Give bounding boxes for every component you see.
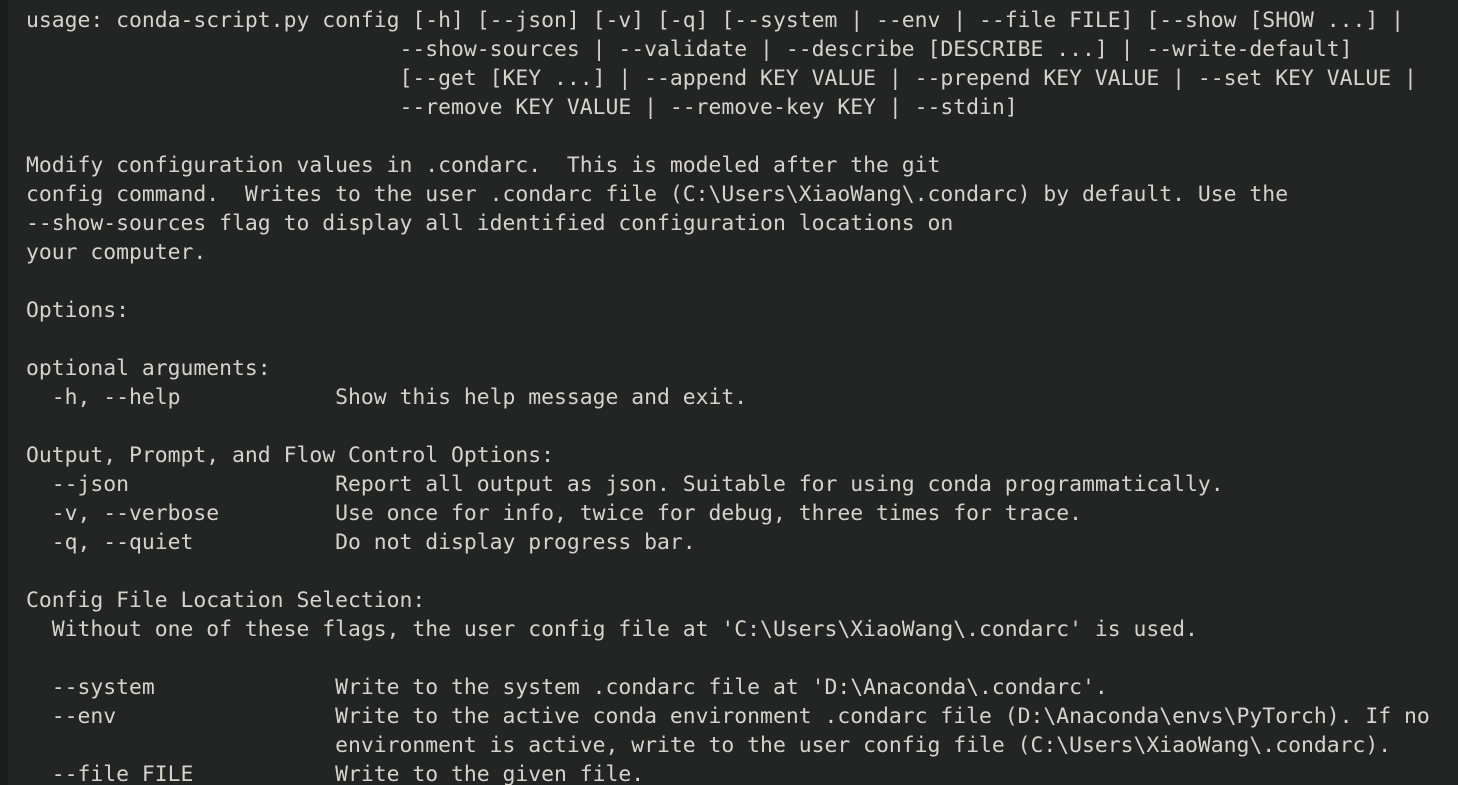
terminal-line: environment is active, write to the user… xyxy=(26,733,1392,758)
terminal-line: Options: xyxy=(26,298,130,323)
terminal-line: --env Write to the active conda environm… xyxy=(26,704,1430,729)
terminal-line: -h, --help Show this help message and ex… xyxy=(26,385,748,410)
terminal-line: Modify configuration values in .condarc.… xyxy=(26,153,941,178)
terminal-line: --remove KEY VALUE | --remove-key KEY | … xyxy=(26,95,1018,120)
terminal-line: usage: conda-script.py config [-h] [--js… xyxy=(26,8,1404,33)
terminal-line: -v, --verbose Use once for info, twice f… xyxy=(26,501,1083,526)
terminal-line: --file FILE Write to the given file. xyxy=(26,762,645,785)
terminal-line: Config File Location Selection: xyxy=(26,588,426,613)
terminal-line: --show-sources flag to display all ident… xyxy=(26,211,954,236)
terminal-line: optional arguments: xyxy=(26,356,271,381)
terminal-output: usage: conda-script.py config [-h] [--js… xyxy=(0,0,1458,785)
terminal-line: --json Report all output as json. Suitab… xyxy=(26,472,1224,497)
terminal-line: --system Write to the system .condarc fi… xyxy=(26,675,1108,700)
terminal-line: config command. Writes to the user .cond… xyxy=(26,182,1289,207)
terminal-line: -q, --quiet Do not display progress bar. xyxy=(26,530,696,555)
terminal-window[interactable]: usage: conda-script.py config [-h] [--js… xyxy=(0,0,1458,785)
terminal-line: --show-sources | --validate | --describe… xyxy=(26,37,1353,62)
terminal-line: your computer. xyxy=(26,240,207,265)
terminal-line: Without one of these flags, the user con… xyxy=(26,617,1198,642)
terminal-line: [--get [KEY ...] | --append KEY VALUE | … xyxy=(26,66,1417,91)
terminal-line: Output, Prompt, and Flow Control Options… xyxy=(26,443,555,468)
